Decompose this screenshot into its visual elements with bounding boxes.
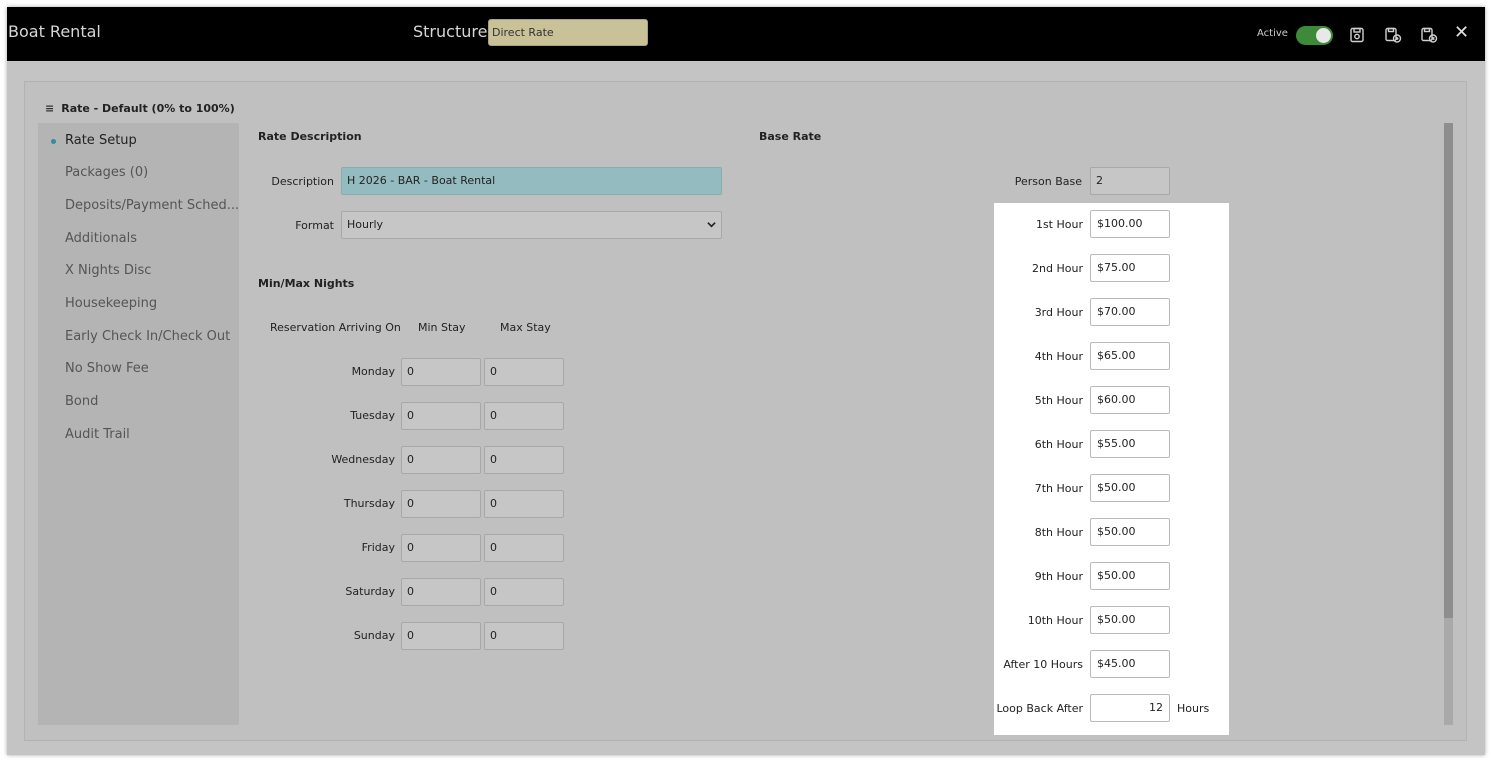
- col-max-stay: Max Stay: [500, 321, 551, 334]
- min-stay-sunday[interactable]: 0: [401, 622, 481, 650]
- min-stay-wednesday[interactable]: 0: [401, 446, 481, 474]
- day-label-sunday: Sunday: [353, 629, 395, 642]
- base-rate-heading: Base Rate: [759, 130, 822, 143]
- structure-label: Structure: [413, 22, 488, 41]
- scrollbar-thumb[interactable]: [1444, 123, 1453, 618]
- hour-label-7: 7th Hour: [1034, 482, 1083, 495]
- chevron-down-icon: [707, 222, 716, 228]
- rate-header[interactable]: ≡ Rate - Default (0% to 100%): [45, 102, 235, 115]
- toggle-knob: [1316, 28, 1331, 43]
- save-icon[interactable]: [1348, 26, 1366, 44]
- rate-editor-window: Boat Rental Structure Direct Rate Active: [7, 7, 1485, 755]
- hour-rate-10[interactable]: $50.00: [1090, 606, 1170, 634]
- hour-label-4: 4th Hour: [1034, 350, 1083, 363]
- description-input[interactable]: H 2026 - BAR - Boat Rental: [341, 167, 722, 195]
- sidebar-item-deposits[interactable]: Deposits/Payment Sched...: [65, 198, 239, 213]
- min-stay-friday[interactable]: 0: [401, 534, 481, 562]
- day-label-monday: Monday: [351, 365, 395, 378]
- hour-rate-3[interactable]: $70.00: [1090, 298, 1170, 326]
- window-title: Boat Rental: [8, 22, 101, 41]
- max-stay-monday[interactable]: 0: [484, 358, 564, 386]
- min-stay-tuesday[interactable]: 0: [401, 402, 481, 430]
- sidebar-item-packages[interactable]: Packages (0): [65, 165, 148, 180]
- sidebar: Rate Setup Packages (0) Deposits/Payment…: [38, 123, 239, 725]
- loop-back-input[interactable]: 12: [1090, 694, 1170, 722]
- max-stay-thursday[interactable]: 0: [484, 490, 564, 518]
- menu-icon[interactable]: ≡: [45, 102, 54, 115]
- after-10-hours-label: After 10 Hours: [1003, 658, 1083, 671]
- save-copy-icon[interactable]: [1384, 26, 1402, 44]
- hour-label-8: 8th Hour: [1034, 526, 1083, 539]
- hour-rate-9[interactable]: $50.00: [1090, 562, 1170, 590]
- sidebar-item-housekeeping[interactable]: Housekeeping: [65, 296, 157, 311]
- format-select[interactable]: Hourly: [341, 211, 722, 239]
- hour-rate-8[interactable]: $50.00: [1090, 518, 1170, 546]
- day-label-wednesday: Wednesday: [331, 453, 395, 466]
- hour-rate-6[interactable]: $55.00: [1090, 430, 1170, 458]
- rate-panel: ≡ Rate - Default (0% to 100%) Rate Setup …: [24, 81, 1467, 741]
- scrollbar[interactable]: [1444, 123, 1453, 725]
- loop-back-label: Loop Back After: [996, 702, 1084, 715]
- hour-rate-1[interactable]: $100.00: [1090, 210, 1170, 238]
- sidebar-item-rate-setup[interactable]: Rate Setup: [65, 133, 137, 148]
- format-value: Hourly: [347, 218, 384, 231]
- sidebar-item-early-check-in[interactable]: Early Check In/Check Out: [65, 329, 230, 344]
- structure-field[interactable]: Direct Rate: [488, 19, 648, 46]
- hour-rate-5[interactable]: $60.00: [1090, 386, 1170, 414]
- active-indicator-dot: [51, 139, 56, 144]
- sidebar-item-x-nights-disc[interactable]: X Nights Disc: [65, 263, 151, 278]
- after-10-hours-rate[interactable]: $45.00: [1090, 650, 1170, 678]
- hour-label-3: 3rd Hour: [1034, 306, 1083, 319]
- hourly-rate-panel: 1st Hour $100.00 2nd Hour $75.00 3rd Hou…: [994, 203, 1229, 735]
- sidebar-item-no-show-fee[interactable]: No Show Fee: [65, 361, 149, 376]
- person-base-input[interactable]: 2: [1090, 167, 1170, 195]
- max-stay-tuesday[interactable]: 0: [484, 402, 564, 430]
- day-label-thursday: Thursday: [343, 497, 395, 510]
- sidebar-item-bond[interactable]: Bond: [65, 394, 98, 409]
- min-max-heading: Min/Max Nights: [258, 277, 355, 290]
- sidebar-item-audit-trail[interactable]: Audit Trail: [65, 427, 130, 442]
- hour-label-10: 10th Hour: [1027, 614, 1083, 627]
- rate-title: Rate - Default (0% to 100%): [61, 102, 235, 115]
- min-stay-monday[interactable]: 0: [401, 358, 481, 386]
- rate-description-heading: Rate Description: [258, 130, 362, 143]
- col-reservation-arriving: Reservation Arriving On: [270, 321, 401, 334]
- active-toggle[interactable]: [1296, 26, 1333, 45]
- hour-rate-2[interactable]: $75.00: [1090, 254, 1170, 282]
- hour-label-1: 1st Hour: [1035, 218, 1083, 231]
- col-min-stay: Min Stay: [418, 321, 466, 334]
- person-base-label: Person Base: [1014, 175, 1082, 188]
- active-label: Active: [1257, 28, 1288, 39]
- save-close-icon[interactable]: [1420, 26, 1438, 44]
- max-stay-friday[interactable]: 0: [484, 534, 564, 562]
- title-bar: Boat Rental Structure Direct Rate Active: [7, 7, 1485, 61]
- max-stay-saturday[interactable]: 0: [484, 578, 564, 606]
- day-label-tuesday: Tuesday: [350, 409, 395, 422]
- max-stay-wednesday[interactable]: 0: [484, 446, 564, 474]
- sidebar-item-additionals[interactable]: Additionals: [65, 231, 137, 246]
- hour-label-6: 6th Hour: [1034, 438, 1083, 451]
- day-label-friday: Friday: [361, 541, 395, 554]
- day-label-saturday: Saturday: [345, 585, 395, 598]
- description-label: Description: [271, 175, 334, 188]
- max-stay-sunday[interactable]: 0: [484, 622, 564, 650]
- hour-label-2: 2nd Hour: [1032, 262, 1083, 275]
- hour-label-5: 5th Hour: [1034, 394, 1083, 407]
- min-stay-saturday[interactable]: 0: [401, 578, 481, 606]
- format-label: Format: [295, 219, 334, 232]
- hour-rate-4[interactable]: $65.00: [1090, 342, 1170, 370]
- close-icon[interactable]: ✕: [1454, 22, 1469, 43]
- hour-label-9: 9th Hour: [1034, 570, 1083, 583]
- min-stay-thursday[interactable]: 0: [401, 490, 481, 518]
- hour-rate-7[interactable]: $50.00: [1090, 474, 1170, 502]
- loop-back-unit: Hours: [1177, 702, 1210, 715]
